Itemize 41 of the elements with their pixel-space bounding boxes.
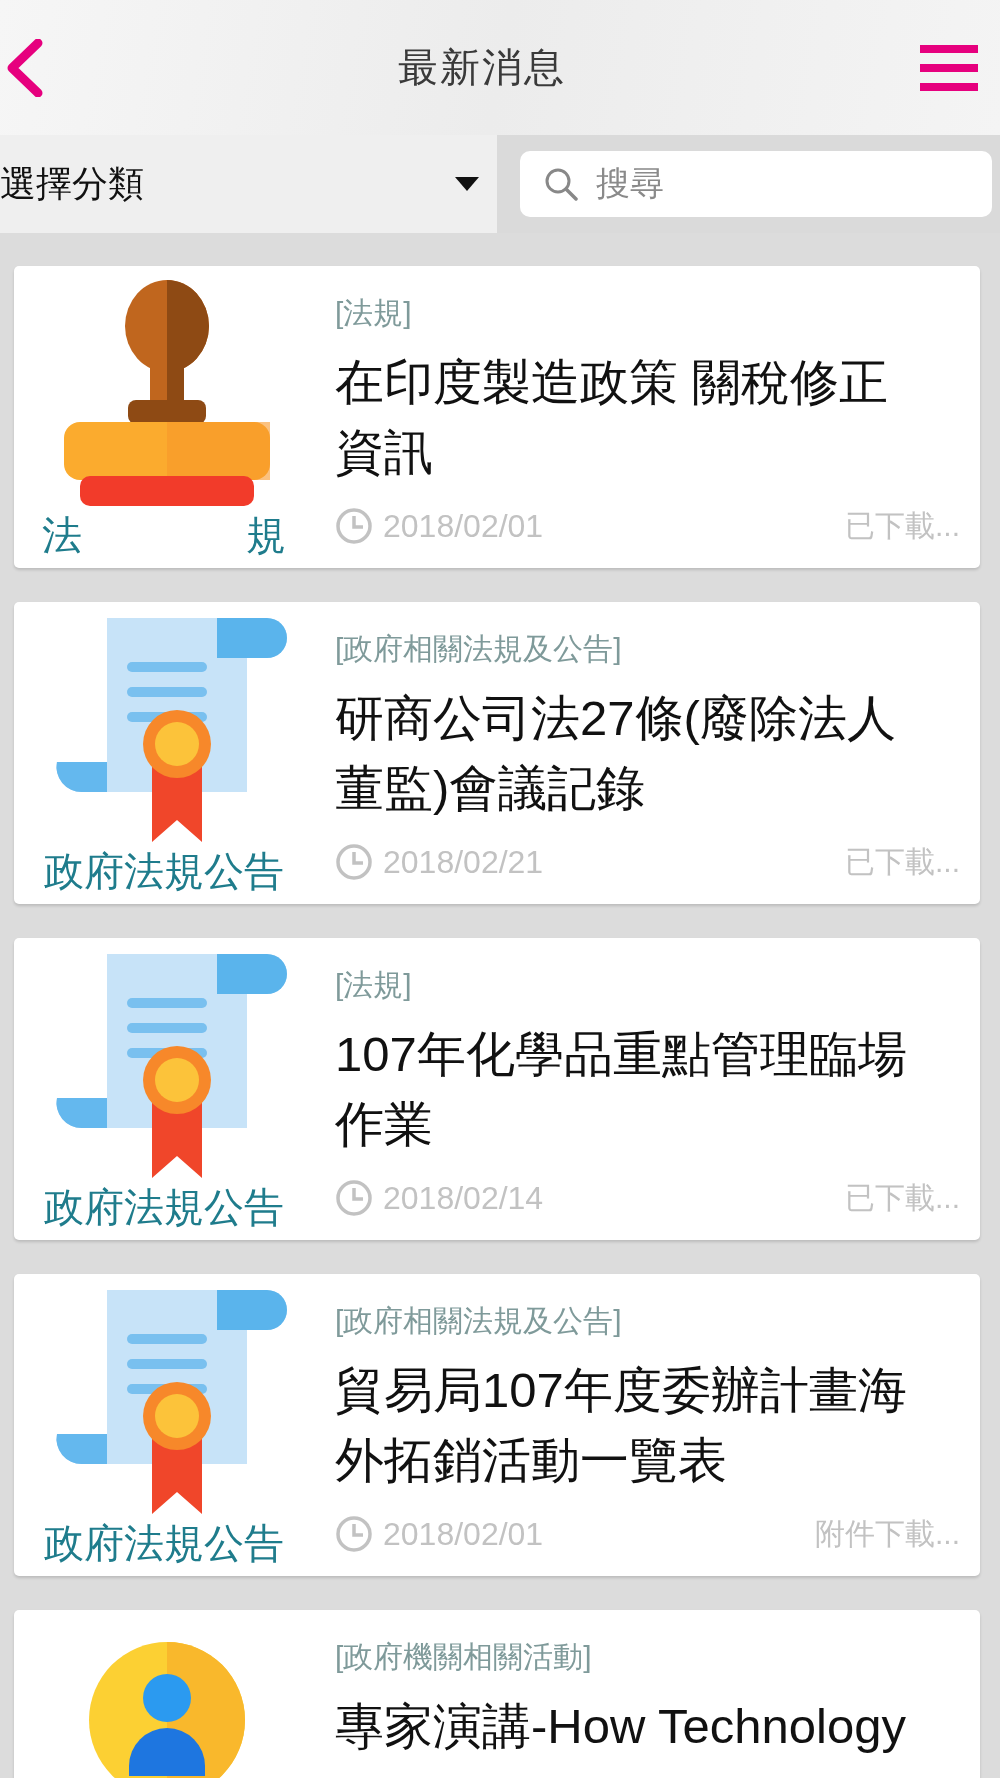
category-dropdown[interactable]: 選擇分類	[0, 135, 497, 233]
clock-icon	[335, 507, 373, 545]
download-status: 附件下載...	[815, 1515, 960, 1552]
news-card[interactable]: 法 規 [法規] 在印度製造政策 關稅修正 資訊 2018/02/01 已下載...	[14, 266, 980, 568]
download-status: 已下載...	[845, 507, 960, 544]
news-title[interactable]: 研商公司法27條(廢除法人	[335, 683, 960, 753]
download-status: 已下載...	[845, 843, 960, 880]
news-title[interactable]: 外拓銷活動一覽表	[335, 1425, 960, 1495]
news-date: 2018/02/21	[383, 843, 545, 881]
thumbnail-label: 法	[42, 512, 82, 559]
category-tag: [政府相關法規及公告]	[335, 1299, 960, 1343]
news-title[interactable]: 資訊	[335, 417, 960, 487]
thumbnail-label: 政府法規公告	[44, 1184, 284, 1231]
page-title: 最新消息	[398, 44, 566, 91]
category-tag: [政府相關法規及公告]	[335, 627, 960, 671]
news-card[interactable]: 政府法規公告 [法規] 107年化學品重點管理臨場 作業 2018/02/14 已下載...	[14, 938, 980, 1240]
category-tag: [政府機關相關活動]	[335, 1635, 960, 1679]
news-card[interactable]: 政府法規公告 [政府相關法規及公告] 貿易局107年度委辦計畫海 外拓銷活動一覽表 2018/02/01 附件下載...	[14, 1274, 980, 1576]
caret-icon	[455, 177, 479, 191]
news-title[interactable]: 董監)會議記錄	[335, 753, 960, 823]
news-title[interactable]: 專家演講-How Technology	[335, 1691, 960, 1761]
news-date: 2018/02/14	[383, 1179, 545, 1217]
clock-icon	[335, 1179, 373, 1217]
news-card[interactable]: 政府法規公告 [政府相關法規及公告] 研商公司法27條(廢除法人 董監)會議記錄 2018/02/21 已下載...	[14, 602, 980, 904]
menu-icon[interactable]	[920, 44, 978, 91]
news-title[interactable]: 作業	[335, 1089, 960, 1159]
thumbnail-label: 政府法規公告	[44, 848, 284, 895]
search-icon	[544, 167, 578, 201]
news-title[interactable]: 在印度製造政策 關稅修正	[335, 347, 960, 417]
category-tag: [法規]	[335, 963, 960, 1007]
thumbnail-label: 規	[246, 512, 286, 559]
thumbnail-label: 政府法規公告	[44, 1520, 284, 1567]
download-status: 已下載...	[845, 1179, 960, 1216]
news-card[interactable]: [政府機關相關活動] 專家演講-How Technology	[14, 1610, 980, 1778]
clock-icon	[335, 1515, 373, 1553]
category-tag: [法規]	[335, 291, 960, 335]
news-title[interactable]: 貿易局107年度委辦計畫海	[335, 1355, 960, 1425]
news-date: 2018/02/01	[383, 1515, 545, 1553]
news-date: 2018/02/01	[383, 507, 545, 545]
news-title[interactable]: 107年化學品重點管理臨場	[335, 1019, 960, 1089]
clock-icon	[335, 843, 373, 881]
